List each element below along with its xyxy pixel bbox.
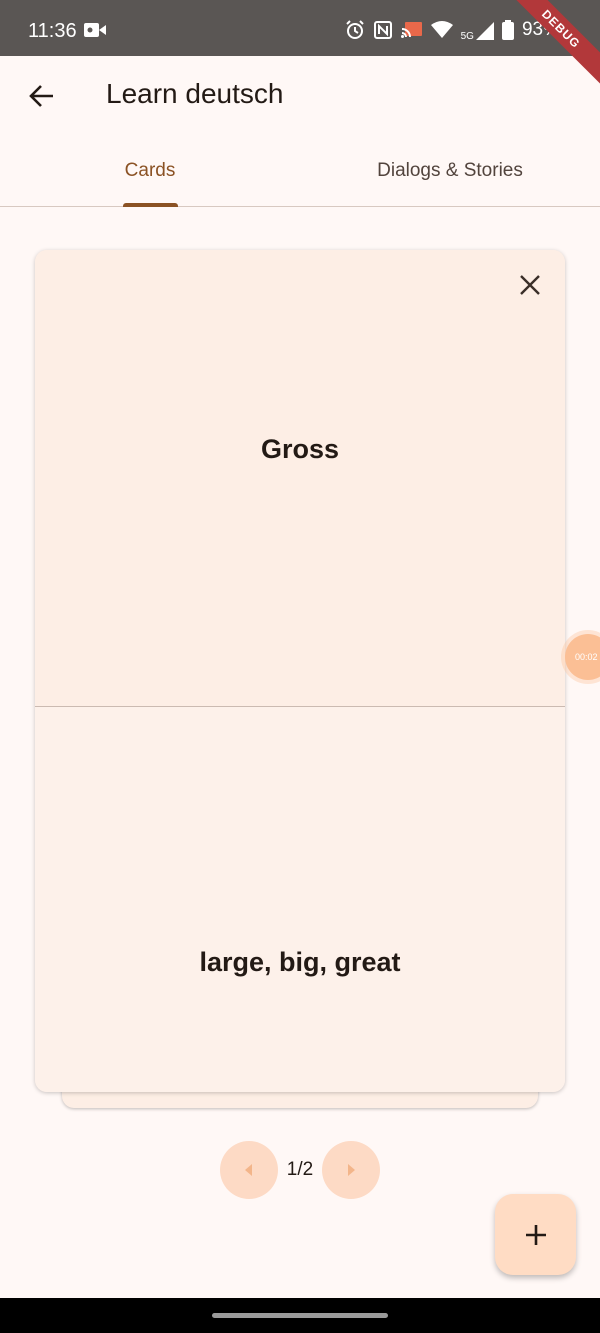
wifi-icon bbox=[430, 21, 453, 38]
pager: 1/2 bbox=[220, 1141, 380, 1199]
tab-bar: Cards Dialogs & Stories bbox=[0, 136, 600, 207]
tab-indicator bbox=[123, 203, 178, 207]
status-time: 11:36 bbox=[28, 20, 77, 42]
page-indicator: 1/2 bbox=[286, 1159, 314, 1180]
previous-card-button[interactable] bbox=[220, 1141, 278, 1199]
floating-timer-bubble[interactable]: 00:02 bbox=[565, 634, 600, 680]
battery-icon bbox=[501, 20, 514, 40]
front-word: Gross bbox=[260, 434, 340, 464]
home-gesture-handle[interactable] bbox=[212, 1313, 388, 1318]
close-icon bbox=[520, 275, 540, 295]
flashcard[interactable]: Gross large, big, great bbox=[35, 250, 565, 1092]
cast-icon bbox=[400, 22, 422, 38]
add-card-button[interactable] bbox=[495, 1194, 576, 1275]
signal-icon bbox=[475, 22, 494, 40]
back-button[interactable] bbox=[22, 76, 62, 116]
arrow-back-icon bbox=[29, 85, 53, 107]
flashcard-front: Gross bbox=[35, 250, 565, 706]
page-title: Learn deutsch bbox=[106, 78, 284, 109]
navigation-bar bbox=[0, 1298, 600, 1333]
app-bar: Learn deutsch bbox=[0, 56, 600, 136]
back-translation: large, big, great bbox=[199, 947, 401, 977]
close-button[interactable] bbox=[515, 270, 545, 300]
alarm-icon bbox=[345, 20, 364, 39]
video-camera-icon bbox=[84, 23, 106, 37]
nfc-icon bbox=[373, 21, 392, 39]
caret-right-icon bbox=[348, 1164, 355, 1176]
network-label: 5G bbox=[460, 31, 474, 42]
tab-dialogs-stories[interactable]: Dialogs & Stories bbox=[300, 136, 600, 206]
plus-icon bbox=[525, 1224, 546, 1245]
status-icons: 5G 93% bbox=[345, 18, 560, 42]
caret-left-icon bbox=[245, 1164, 252, 1176]
next-card-button[interactable] bbox=[322, 1141, 380, 1199]
status-bar: 11:36 5G 93% DEBUG bbox=[0, 0, 600, 90]
flashcard-back: large, big, great bbox=[35, 707, 565, 1092]
tab-cards[interactable]: Cards bbox=[0, 136, 300, 206]
